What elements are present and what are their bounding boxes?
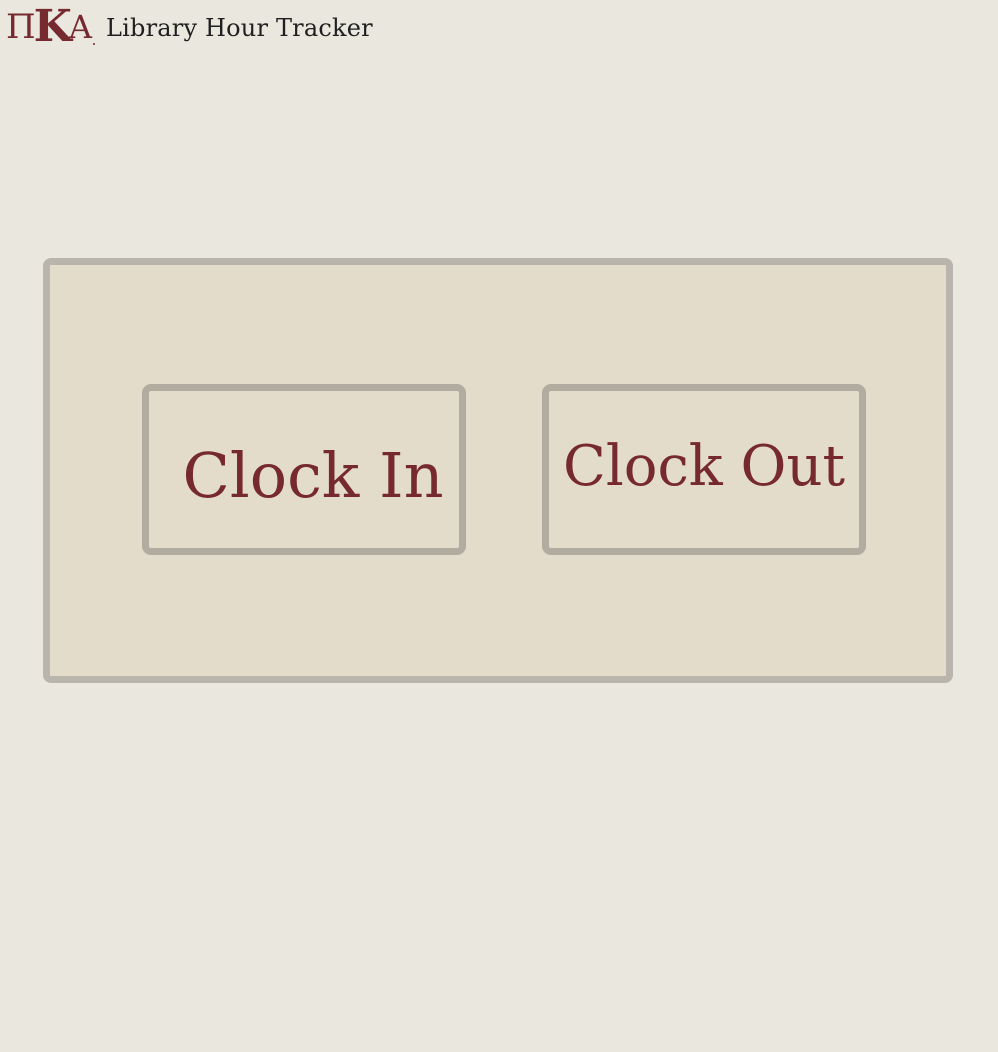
clock-in-button[interactable]: Clock In [142,384,466,555]
logo-letter-alpha: A [68,8,93,46]
app-header: Π K A Library Hour Tracker [6,4,373,50]
logo-letter-kappa: K [33,1,72,52]
clock-out-button[interactable]: Clock Out [542,384,866,555]
clock-out-label: Clock Out [562,434,846,499]
pka-logo: Π K A [6,1,96,52]
logo-letter-pi: Π [6,7,36,47]
logo-dot [93,43,96,45]
app-title: Library Hour Tracker [106,13,373,42]
clock-in-label: Clock In [182,439,444,512]
